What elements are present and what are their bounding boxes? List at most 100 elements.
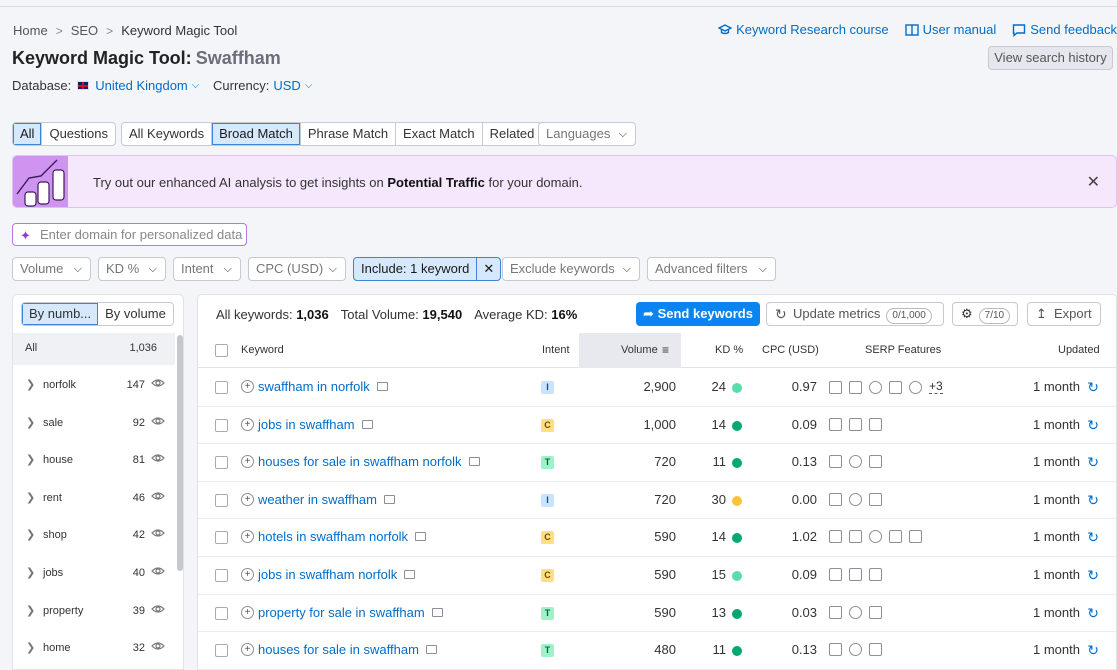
eye-icon[interactable] bbox=[151, 451, 165, 465]
more-serp-features[interactable]: +3 bbox=[929, 380, 943, 394]
tab-all-keywords[interactable]: All Keywords bbox=[122, 123, 213, 145]
feedback-link[interactable]: Send feedback bbox=[1012, 22, 1117, 37]
serp-preview-icon[interactable] bbox=[431, 607, 443, 617]
tab-related[interactable]: Related bbox=[483, 123, 542, 145]
col-updated[interactable]: Updated bbox=[1058, 344, 1100, 356]
sidebar-scrollbar[interactable] bbox=[177, 335, 183, 571]
row-checkbox[interactable] bbox=[215, 456, 228, 470]
add-to-list-icon[interactable]: + bbox=[241, 568, 254, 581]
eye-icon[interactable] bbox=[151, 526, 165, 540]
eye-icon[interactable] bbox=[151, 489, 165, 503]
group-item[interactable]: ❯ shop 42 bbox=[13, 517, 175, 554]
keyword-link[interactable]: property for sale in swaffham bbox=[258, 605, 425, 620]
eye-icon[interactable] bbox=[151, 376, 165, 390]
personalized-domain-input[interactable]: ✦ Enter domain for personalized data bbox=[12, 223, 247, 246]
chevron-right-icon[interactable]: ❯ bbox=[26, 641, 35, 654]
group-item[interactable]: ❯ home 32 bbox=[13, 630, 175, 667]
select-all-checkbox[interactable] bbox=[215, 344, 228, 357]
group-item[interactable]: ❯ sale 92 bbox=[13, 405, 175, 442]
serp-preview-icon[interactable] bbox=[376, 382, 388, 391]
row-checkbox[interactable] bbox=[215, 644, 228, 658]
tab-questions[interactable]: Questions bbox=[42, 123, 115, 145]
keyword-link[interactable]: jobs in swaffham bbox=[258, 417, 355, 432]
serp-preview-icon[interactable] bbox=[404, 570, 416, 579]
group-item[interactable]: ❯ property 39 bbox=[13, 593, 175, 630]
chevron-right-icon[interactable]: ❯ bbox=[26, 416, 35, 429]
group-item[interactable]: ❯ rent 46 bbox=[13, 480, 175, 517]
add-to-list-icon[interactable]: + bbox=[241, 605, 254, 619]
export-button[interactable]: ↥ Export bbox=[1027, 302, 1101, 326]
serp-preview-icon[interactable] bbox=[468, 457, 480, 467]
chevron-right-icon[interactable]: ❯ bbox=[26, 528, 35, 541]
refresh-icon[interactable]: ↻ bbox=[1087, 529, 1099, 546]
refresh-icon[interactable]: ↻ bbox=[1087, 417, 1099, 434]
refresh-icon[interactable]: ↻ bbox=[1087, 642, 1099, 659]
col-intent[interactable]: Intent bbox=[542, 344, 570, 356]
sort-desc-icon[interactable]: ≡ bbox=[662, 343, 669, 357]
settings-button[interactable]: ⚙ 7/10 bbox=[952, 302, 1018, 326]
col-serp-features[interactable]: SERP Features bbox=[865, 344, 941, 356]
refresh-icon[interactable]: ↻ bbox=[1087, 454, 1099, 471]
chevron-right-icon[interactable]: ❯ bbox=[26, 566, 35, 579]
send-keywords-button[interactable]: ➦ Send keywords bbox=[636, 302, 760, 326]
advanced-filters[interactable]: Advanced filters ⌵ bbox=[647, 257, 776, 281]
database-dropdown[interactable]: United Kingdom bbox=[95, 78, 188, 93]
kd-filter[interactable]: KD % ⌵ bbox=[98, 257, 166, 281]
tab-phrase-match[interactable]: Phrase Match bbox=[301, 123, 397, 145]
eye-icon[interactable] bbox=[151, 602, 165, 616]
add-to-list-icon[interactable]: + bbox=[241, 380, 254, 393]
clear-include-icon[interactable]: ✕ bbox=[476, 258, 500, 280]
col-volume[interactable]: Volume bbox=[621, 344, 658, 356]
tab-broad-match[interactable]: Broad Match bbox=[212, 123, 301, 145]
chevron-right-icon[interactable]: ❯ bbox=[26, 378, 35, 391]
sort-by-number[interactable]: By numb... bbox=[22, 303, 99, 325]
update-metrics-button[interactable]: ↻ Update metrics 0/1,000 bbox=[766, 302, 944, 326]
volume-filter[interactable]: Volume ⌵ bbox=[12, 257, 91, 281]
cpc-filter[interactable]: CPC (USD) ⌵ bbox=[248, 257, 346, 281]
add-to-list-icon[interactable]: + bbox=[241, 530, 254, 544]
keyword-link[interactable]: houses for sale in swaffham bbox=[258, 642, 419, 657]
keyword-link[interactable]: swaffham in norfolk bbox=[258, 379, 370, 394]
tab-all[interactable]: All bbox=[13, 123, 43, 145]
exclude-keywords-filter[interactable]: Exclude keywords ⌵ bbox=[502, 257, 640, 281]
eye-icon[interactable] bbox=[151, 414, 165, 428]
group-item[interactable]: ❯ norfolk 147 bbox=[13, 367, 175, 404]
serp-preview-icon[interactable] bbox=[415, 532, 427, 542]
add-to-list-icon[interactable]: + bbox=[241, 643, 254, 657]
keyword-link[interactable]: weather in swaffham bbox=[258, 492, 377, 507]
row-checkbox[interactable] bbox=[215, 418, 228, 432]
serp-preview-icon[interactable] bbox=[425, 645, 437, 655]
row-checkbox[interactable] bbox=[215, 493, 228, 507]
group-item[interactable]: ❯ house 81 bbox=[13, 442, 175, 479]
serp-preview-icon[interactable] bbox=[361, 419, 373, 429]
add-to-list-icon[interactable]: + bbox=[241, 417, 254, 431]
chevron-right-icon[interactable]: ❯ bbox=[26, 604, 35, 617]
add-to-list-icon[interactable]: + bbox=[241, 492, 254, 506]
view-search-history-button[interactable]: View search history bbox=[988, 46, 1113, 70]
breadcrumb-home[interactable]: Home bbox=[13, 23, 48, 38]
row-checkbox[interactable] bbox=[215, 381, 228, 394]
breadcrumb-seo[interactable]: SEO bbox=[71, 23, 98, 38]
eye-icon[interactable] bbox=[151, 564, 165, 578]
tab-exact-match[interactable]: Exact Match bbox=[396, 123, 483, 145]
chevron-right-icon[interactable]: ❯ bbox=[26, 491, 35, 504]
col-cpc[interactable]: CPC (USD) bbox=[762, 344, 819, 356]
refresh-icon[interactable]: ↻ bbox=[1087, 379, 1099, 396]
chevron-right-icon[interactable]: ❯ bbox=[26, 453, 35, 466]
languages-dropdown[interactable]: Languages ⌵ bbox=[538, 122, 636, 146]
group-all[interactable]: All 1,036 bbox=[13, 333, 175, 365]
row-checkbox[interactable] bbox=[215, 606, 228, 620]
row-checkbox[interactable] bbox=[215, 531, 228, 545]
close-icon[interactable]: ✕ bbox=[1087, 172, 1100, 192]
course-link[interactable]: Keyword Research course bbox=[718, 22, 889, 37]
eye-icon[interactable] bbox=[151, 639, 165, 653]
currency-dropdown[interactable]: USD bbox=[273, 78, 300, 93]
keyword-link[interactable]: hotels in swaffham norfolk bbox=[258, 529, 408, 544]
row-checkbox[interactable] bbox=[215, 569, 228, 582]
sort-by-volume[interactable]: By volume bbox=[98, 303, 173, 325]
manual-link[interactable]: User manual bbox=[904, 22, 996, 37]
keyword-link[interactable]: houses for sale in swaffham norfolk bbox=[258, 454, 462, 469]
serp-preview-icon[interactable] bbox=[384, 494, 395, 504]
group-item[interactable]: ❯ jobs 40 bbox=[13, 555, 175, 592]
refresh-icon[interactable]: ↻ bbox=[1087, 605, 1099, 622]
